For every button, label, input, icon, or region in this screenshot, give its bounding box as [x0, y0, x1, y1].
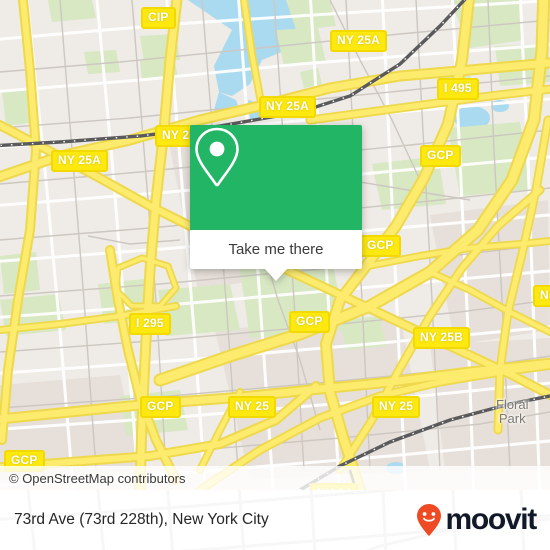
road-shield-n: N	[533, 285, 550, 307]
location-popup[interactable]: Take me there	[190, 125, 362, 281]
road-shield-ny-25: NY 25	[372, 396, 421, 418]
osm-attribution-text: © OpenStreetMap contributors	[9, 470, 186, 486]
place-label-floral: Floral Park	[496, 398, 529, 426]
moovit-wordmark: moovit	[445, 503, 537, 536]
place-label-line2: Park	[498, 411, 526, 426]
place-label-line1: Floral	[496, 397, 529, 412]
road-shield-ny-25a: NY 25A	[330, 30, 388, 52]
take-me-there-label: Take me there	[228, 241, 324, 258]
road-shield-gcp: GCP	[360, 235, 401, 257]
road-shield-gcp: GCP	[420, 145, 461, 167]
popup-action-bar[interactable]: Take me there	[190, 230, 362, 269]
road-shield-gcp: GCP	[289, 311, 330, 333]
road-shield-i-295: I 295	[129, 313, 171, 335]
road-shield-ny-25a: NY 25A	[259, 96, 317, 118]
map-screenshot: CIP NY 25A I 495 NY 25A NY 25 NY 25A GCP GCP N GC…	[0, 0, 550, 550]
road-shield-ny-25: NY 25	[228, 396, 277, 418]
attribution-bar: © OpenStreetMap contributors	[0, 466, 550, 490]
road-shield-ny-25a: NY 25A	[51, 150, 109, 172]
popup-header	[190, 125, 362, 230]
moovit-pin-icon	[417, 504, 442, 536]
map-pin-icon	[195, 127, 239, 187]
map-canvas[interactable]: CIP NY 25A I 495 NY 25A NY 25 NY 25A GCP GCP N GC…	[0, 0, 550, 490]
road-shield-gcp: GCP	[140, 396, 181, 418]
popup-tail	[265, 269, 287, 281]
road-shield-i-495: I 495	[437, 78, 479, 100]
road-shield-cip: CIP	[141, 7, 176, 29]
moovit-logo[interactable]: moovit	[416, 503, 537, 537]
footer-bar: 73rd Ave (73rd 228th), New York City moo…	[0, 490, 550, 550]
road-shield-ny-25b: NY 25B	[413, 327, 471, 349]
address-label: 73rd Ave (73rd 228th), New York City	[14, 511, 269, 528]
